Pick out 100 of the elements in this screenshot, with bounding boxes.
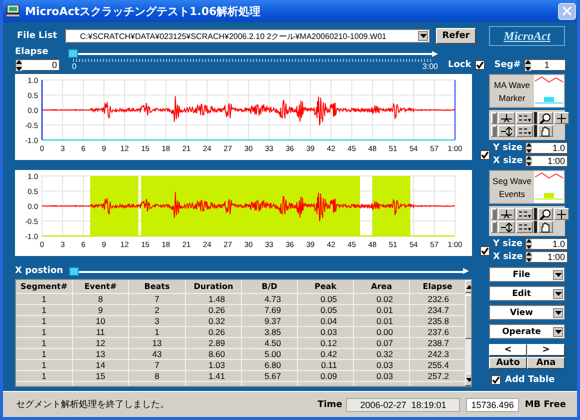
spin-arrows-icon <box>524 60 531 70</box>
scale-lock-button[interactable] <box>491 125 497 137</box>
spin-field[interactable]: 1 <box>524 59 566 71</box>
zoom-button[interactable] <box>538 208 553 220</box>
arrow-head-icon <box>432 50 438 56</box>
caret-icon <box>554 272 562 276</box>
table-cell: 242.3 <box>410 349 465 359</box>
slider-label: X postion <box>15 266 64 276</box>
format-icon <box>518 210 530 218</box>
table-cell: 234.7 <box>410 305 465 315</box>
pan-button[interactable] <box>538 221 553 233</box>
format-button[interactable] <box>516 221 533 233</box>
caret-icon <box>554 292 562 296</box>
nav-button[interactable]: > <box>527 344 565 356</box>
table-cell: 1 <box>16 316 72 326</box>
format-icon <box>518 114 530 122</box>
computer-icon <box>6 5 20 17</box>
table-cell: 43 <box>129 349 185 359</box>
spin-field[interactable]: 1.0 <box>525 238 568 250</box>
checkbox[interactable] <box>480 246 490 256</box>
cursor-button[interactable] <box>554 208 569 220</box>
scale-icon <box>501 126 512 136</box>
caret-icon <box>420 34 426 38</box>
x-position-slider[interactable] <box>69 266 469 276</box>
slider-thumb[interactable] <box>68 49 78 58</box>
table-cell: 8.60 <box>186 349 241 359</box>
magnifier-icon <box>540 112 551 124</box>
nav-button[interactable]: < <box>489 344 527 356</box>
table-cell: 3.85 <box>242 327 297 337</box>
arrow-head-icon <box>463 268 469 274</box>
table-cell: 10 <box>73 316 128 326</box>
table-cell: 13 <box>129 338 185 348</box>
checkbox[interactable] <box>480 150 490 160</box>
scale-lock-button[interactable] <box>491 112 497 124</box>
file-select[interactable]: C:¥SCRATCH¥DATA¥023125¥SCRACH¥2006.2.10 2クール¥MA20060210-1009.W01 <box>65 29 430 43</box>
table-cell: 0.05 <box>298 305 353 315</box>
close-icon <box>562 6 572 16</box>
table-cell: 7 <box>129 360 185 370</box>
zoom-button[interactable] <box>538 112 553 124</box>
magnifier-icon <box>540 208 551 220</box>
autoscale-button[interactable] <box>498 221 515 233</box>
table-cell: 1 <box>16 349 72 359</box>
field-label: X size <box>493 156 524 166</box>
legend-label: Events <box>499 188 525 198</box>
table-cell: 0.03 <box>354 371 409 381</box>
elapse-slider[interactable] <box>68 49 438 58</box>
autoscale-button[interactable] <box>498 112 515 124</box>
table-cell: 13 <box>73 349 128 359</box>
table-cell: 0.02 <box>354 294 409 304</box>
table-cell: 255.4 <box>410 360 465 370</box>
format-icon <box>518 222 530 232</box>
checkbox-label: Lock <box>448 60 472 70</box>
spin-arrows-icon <box>526 252 532 262</box>
table-cell: 9.37 <box>242 316 297 326</box>
caret-icon <box>554 330 562 334</box>
spin-field[interactable]: 1:00 <box>525 251 568 263</box>
menu-dropdown[interactable]: Operate <box>489 324 565 339</box>
bar-icon <box>492 210 496 218</box>
table-cell: 15 <box>73 371 128 381</box>
menu-dropdown[interactable]: View <box>489 305 565 320</box>
legend-sample-icon <box>534 75 564 107</box>
table-cell: 12 <box>73 338 128 348</box>
checkbox[interactable] <box>491 375 501 385</box>
table-cell: 7 <box>129 294 185 304</box>
field-label: Elapse <box>15 47 50 57</box>
pan-button[interactable] <box>538 125 553 137</box>
legend-label: MA Wave <box>494 80 530 90</box>
hand-icon <box>540 222 551 232</box>
scale-lock-button[interactable] <box>491 208 497 220</box>
scale-lock-button[interactable] <box>491 221 497 233</box>
table-cell: 14 <box>73 360 128 370</box>
autoscale-button[interactable] <box>498 208 515 220</box>
checkbox-label: Add Table <box>505 375 555 385</box>
table-cell: 6.80 <box>242 360 297 370</box>
spin-field[interactable]: 1:00 <box>525 155 568 167</box>
spin-field[interactable]: 0 <box>15 59 60 71</box>
cursor-button[interactable] <box>554 112 569 124</box>
slider-thumb[interactable] <box>69 266 79 276</box>
refer-button[interactable]: Refer <box>436 28 476 44</box>
menu-dropdown[interactable]: Edit <box>489 286 565 301</box>
action-button[interactable]: Ana <box>527 357 565 369</box>
autoscale-button[interactable] <box>498 125 515 137</box>
format-button[interactable] <box>516 112 533 124</box>
spin-field[interactable]: 1.0 <box>525 142 568 154</box>
table-cell: 2 <box>129 305 185 315</box>
column-header: B/D <box>242 280 297 293</box>
up-arrow-icon <box>466 284 471 288</box>
table-cell: 0.42 <box>298 349 353 359</box>
format-button[interactable] <box>516 125 533 137</box>
format-button[interactable] <box>516 208 533 220</box>
table-cell: 237.6 <box>410 327 465 337</box>
menu-dropdown[interactable]: File <box>489 267 565 282</box>
checkbox[interactable] <box>475 60 486 70</box>
action-button[interactable]: Auto <box>489 357 527 369</box>
column-header: Segment# <box>16 280 72 293</box>
table-cell: 1 <box>16 294 72 304</box>
plus-icon <box>557 210 566 218</box>
table-cell: 5.00 <box>242 349 297 359</box>
column-header: Event# <box>73 280 128 293</box>
close-button[interactable] <box>558 2 576 20</box>
